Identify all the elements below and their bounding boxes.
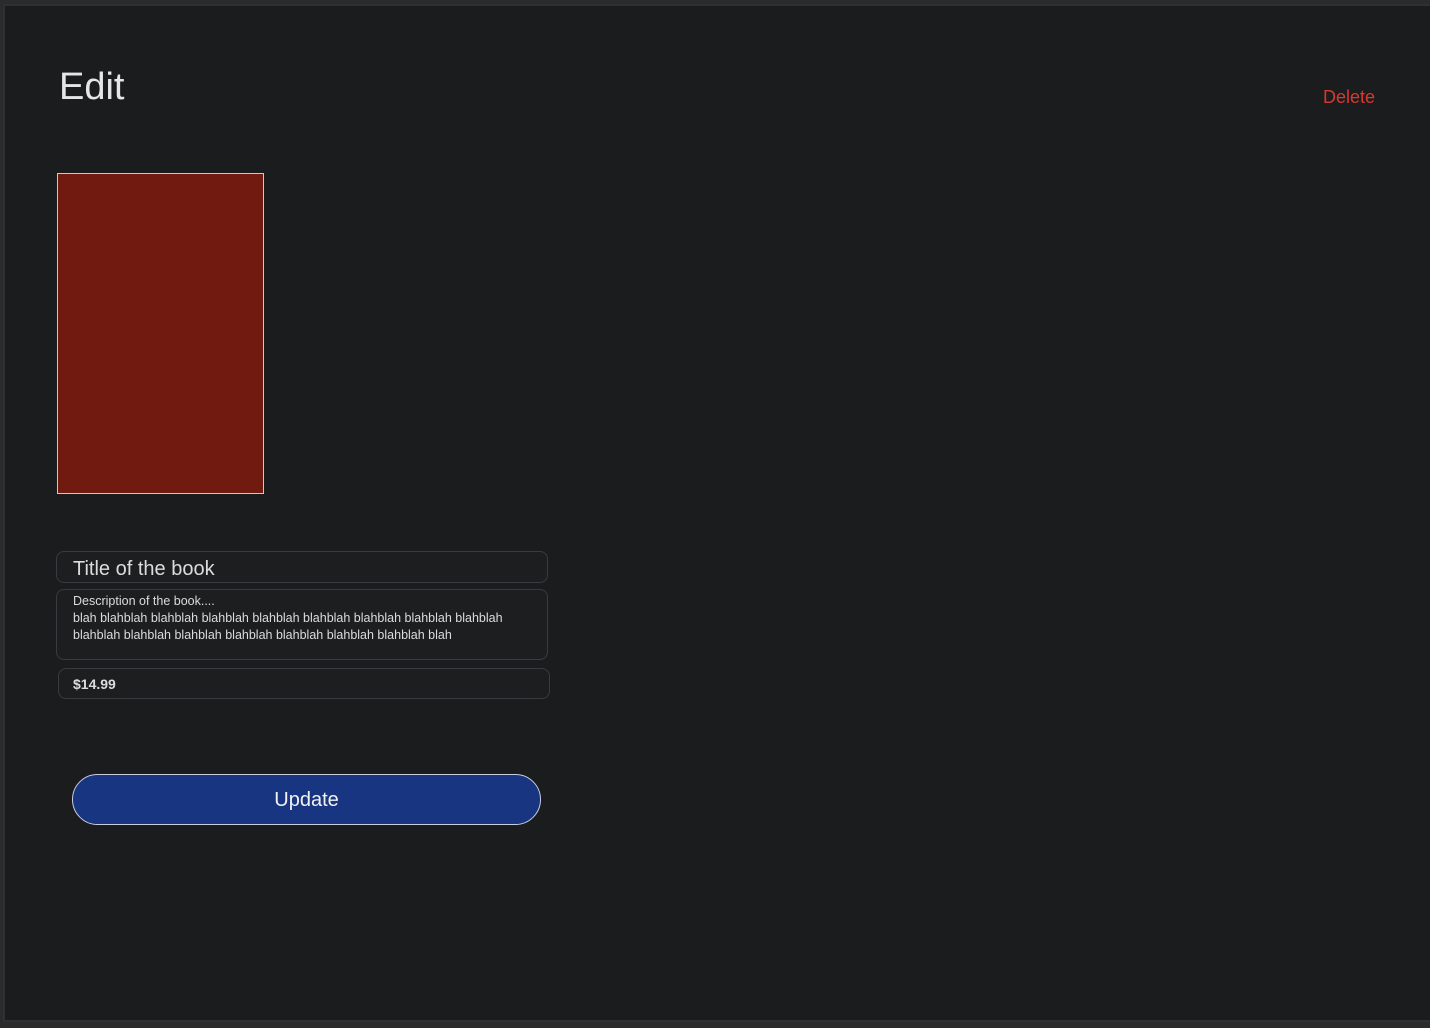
- book-description-field[interactable]: Description of the book.... blah blahbla…: [56, 589, 548, 660]
- edit-page: Edit Delete Title of the book Descriptio…: [3, 4, 1430, 1022]
- book-cover-image[interactable]: [57, 173, 264, 494]
- page-title: Edit: [59, 66, 125, 108]
- book-price-field[interactable]: $14.99: [58, 668, 550, 699]
- book-title-field[interactable]: Title of the book: [56, 551, 548, 583]
- delete-link[interactable]: Delete: [1323, 86, 1375, 108]
- update-button[interactable]: Update: [72, 774, 541, 825]
